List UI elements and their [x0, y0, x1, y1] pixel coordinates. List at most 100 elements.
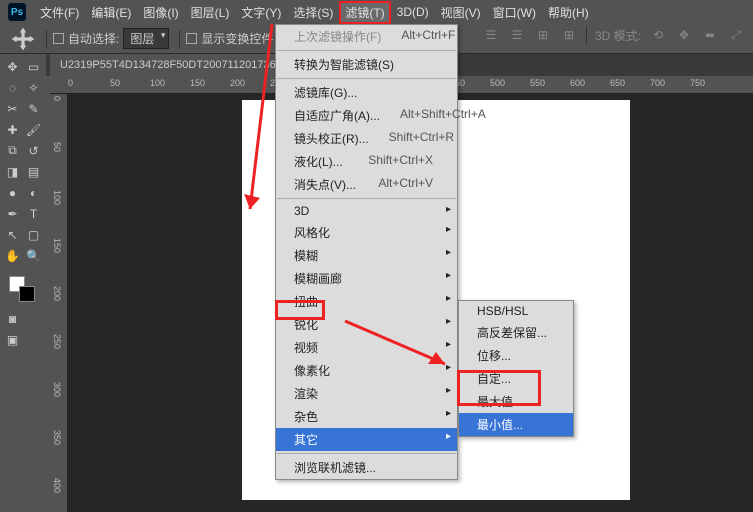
- screenmode-tool[interactable]: ▣: [2, 329, 23, 350]
- ruler-tick: 200: [230, 78, 245, 88]
- brush-tool[interactable]: 🖌: [23, 119, 44, 140]
- submenu-item-hsb[interactable]: HSB/HSL: [459, 301, 573, 321]
- align-icon[interactable]: ☰: [482, 27, 500, 43]
- ruler-tick: 400: [52, 478, 62, 493]
- ruler-tick: 300: [52, 382, 62, 397]
- marquee-tool[interactable]: ▭: [23, 56, 44, 77]
- ruler-tick: 250: [52, 334, 62, 349]
- wand-tool[interactable]: ✧: [23, 77, 44, 98]
- menubar: Ps 文件(F) 编辑(E) 图像(I) 图层(L) 文字(Y) 选择(S) 滤…: [0, 0, 753, 24]
- menu-separator: [277, 78, 456, 79]
- ruler-tick: 750: [690, 78, 705, 88]
- menu-item-adaptive-wide[interactable]: 自适应广角(A)...Alt+Shift+Ctrl+A: [276, 104, 457, 127]
- menu-separator: [277, 198, 456, 199]
- app-logo: Ps: [8, 3, 26, 21]
- hand-tool[interactable]: ✋: [2, 245, 23, 266]
- menu-layer[interactable]: 图层(L): [185, 1, 236, 24]
- menu-item-liquify[interactable]: 液化(L)...Shift+Ctrl+X: [276, 150, 457, 173]
- menu-item-smart-filter[interactable]: 转换为智能滤镜(S): [276, 53, 457, 76]
- menu-item-distort[interactable]: 扭曲: [276, 290, 457, 313]
- menu-image[interactable]: 图像(I): [137, 1, 184, 24]
- color-swatches[interactable]: [2, 272, 44, 308]
- eraser-tool[interactable]: ◨: [2, 161, 23, 182]
- menu-item-vanishing[interactable]: 消失点(V)...Alt+Ctrl+V: [276, 173, 457, 196]
- type-tool[interactable]: T: [23, 203, 44, 224]
- ruler-tick: 550: [530, 78, 545, 88]
- background-swatch[interactable]: [19, 286, 35, 302]
- ruler-tick: 350: [52, 430, 62, 445]
- ruler-tick: 150: [52, 238, 62, 253]
- submenu-item-maximum[interactable]: 最大值...: [459, 390, 573, 413]
- 3d-pan-icon[interactable]: ✥: [675, 27, 693, 43]
- move-tool-icon: [10, 29, 36, 49]
- distribute-icon[interactable]: ⊞: [560, 27, 578, 43]
- ruler-tick: 50: [110, 78, 120, 88]
- menu-file[interactable]: 文件(F): [34, 1, 85, 24]
- menu-item-render[interactable]: 渲染: [276, 382, 457, 405]
- align-icon[interactable]: ☰: [508, 27, 526, 43]
- menu-item-blur-gallery[interactable]: 模糊画廊: [276, 267, 457, 290]
- dodge-tool[interactable]: ◐: [23, 182, 44, 203]
- menu-select[interactable]: 选择(S): [287, 1, 339, 24]
- menu-item-noise[interactable]: 杂色: [276, 405, 457, 428]
- shape-tool[interactable]: ▢: [23, 224, 44, 245]
- menu-3d[interactable]: 3D(D): [391, 2, 435, 22]
- other-submenu: HSB/HSL 高反差保留... 位移... 自定... 最大值... 最小值.…: [458, 300, 574, 437]
- menu-separator: [277, 453, 456, 454]
- mode-3d-label: 3D 模式:: [595, 27, 641, 44]
- submenu-item-minimum[interactable]: 最小值...: [459, 413, 573, 436]
- distribute-icon[interactable]: ⊞: [534, 27, 552, 43]
- submenu-item-custom[interactable]: 自定...: [459, 367, 573, 390]
- menu-item-3d[interactable]: 3D: [276, 201, 457, 221]
- auto-select-checkbox[interactable]: [53, 33, 64, 44]
- ruler-tick: 500: [490, 78, 505, 88]
- menu-item-stylize[interactable]: 风格化: [276, 221, 457, 244]
- ruler-tick: 0: [52, 96, 62, 101]
- pen-tool[interactable]: ✒: [2, 203, 23, 224]
- history-brush-tool[interactable]: ↺: [23, 140, 44, 161]
- filter-menu: 上次滤镜操作(F)Alt+Ctrl+F 转换为智能滤镜(S) 滤镜库(G)...…: [275, 24, 458, 480]
- ruler-tick: 200: [52, 286, 62, 301]
- eyedropper-tool[interactable]: ✎: [23, 98, 44, 119]
- heal-tool[interactable]: ✚: [2, 119, 23, 140]
- menu-filter[interactable]: 滤镜(T): [339, 1, 390, 24]
- menu-help[interactable]: 帮助(H): [542, 1, 595, 24]
- menu-item-filter-gallery[interactable]: 滤镜库(G)...: [276, 81, 457, 104]
- ruler-tick: 0: [68, 78, 73, 88]
- lasso-tool[interactable]: ◌: [2, 77, 23, 98]
- 3d-orbit-icon[interactable]: ⟲: [649, 27, 667, 43]
- menu-item-last-filter: 上次滤镜操作(F)Alt+Ctrl+F: [276, 25, 457, 48]
- ruler-tick: 600: [570, 78, 585, 88]
- quickmask-tool[interactable]: ◙: [2, 308, 23, 329]
- blur-tool[interactable]: ●: [2, 182, 23, 203]
- menu-edit[interactable]: 编辑(E): [85, 1, 137, 24]
- submenu-item-offset[interactable]: 位移...: [459, 344, 573, 367]
- submenu-item-highpass[interactable]: 高反差保留...: [459, 321, 573, 344]
- menu-item-pixelate[interactable]: 像素化: [276, 359, 457, 382]
- separator: [586, 26, 587, 44]
- path-tool[interactable]: ↖: [2, 224, 23, 245]
- zoom-tool[interactable]: 🔍: [23, 245, 44, 266]
- 3d-slide-icon[interactable]: ⬌: [701, 27, 719, 43]
- gradient-tool[interactable]: ▤: [23, 161, 44, 182]
- menu-view[interactable]: 视图(V): [435, 1, 487, 24]
- ruler-tick: 700: [650, 78, 665, 88]
- 3d-scale-icon[interactable]: ⤢: [727, 27, 745, 43]
- menu-type[interactable]: 文字(Y): [235, 1, 287, 24]
- menu-item-browse-online[interactable]: 浏览联机滤镜...: [276, 456, 457, 479]
- menu-item-blur[interactable]: 模糊: [276, 244, 457, 267]
- move-tool[interactable]: ✥: [2, 56, 23, 77]
- show-transform-checkbox[interactable]: [186, 33, 197, 44]
- menu-separator: [277, 50, 456, 51]
- stamp-tool[interactable]: ⧉: [2, 140, 23, 161]
- ruler-vertical: 0 50 100 150 200 250 300 350 400: [50, 94, 68, 512]
- ruler-tick: 100: [150, 78, 165, 88]
- menu-item-video[interactable]: 视频: [276, 336, 457, 359]
- menu-window[interactable]: 窗口(W): [487, 1, 542, 24]
- auto-select-dropdown[interactable]: 图层: [123, 28, 169, 49]
- crop-tool[interactable]: ✂: [2, 98, 23, 119]
- toolbox: ✥▭ ◌✧ ✂✎ ✚🖌 ⧉↺ ◨▤ ●◐ ✒T ↖▢ ✋🔍 ◙ ▣: [0, 54, 46, 352]
- menu-item-sharpen[interactable]: 锐化: [276, 313, 457, 336]
- menu-item-other[interactable]: 其它: [276, 428, 457, 451]
- menu-item-lens-correct[interactable]: 镜头校正(R)...Shift+Ctrl+R: [276, 127, 457, 150]
